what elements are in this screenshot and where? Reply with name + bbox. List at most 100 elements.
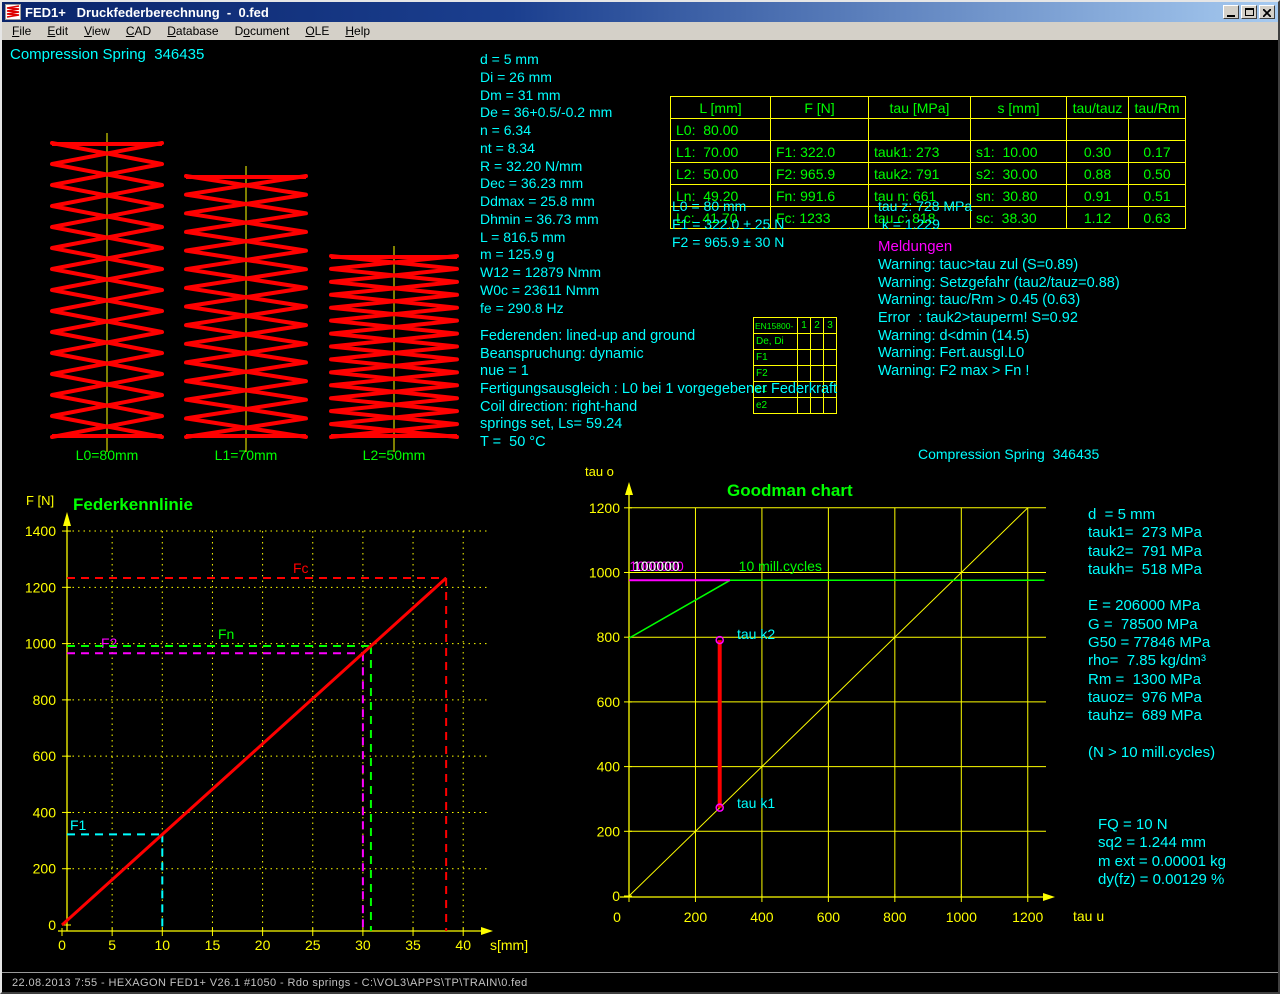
results-cell: F2: 965.9 — [771, 163, 869, 185]
menu-item-view[interactable]: View — [76, 23, 118, 39]
svg-text:0: 0 — [612, 888, 620, 904]
spring-length-label: L2=50mm — [344, 447, 444, 463]
svg-text:5: 5 — [108, 937, 116, 953]
text-line: W0c = 23611 Nmm — [480, 282, 612, 300]
svg-text:400: 400 — [33, 804, 57, 820]
svg-text:0: 0 — [613, 909, 621, 925]
results-row: L1: 70.00F1: 322.0tauk1: 273s1: 10.000.3… — [671, 141, 1186, 163]
svg-text:Federkennlinie: Federkennlinie — [73, 495, 193, 514]
text-line: tauhz= 689 MPa — [1088, 707, 1215, 725]
svg-text:1000: 1000 — [25, 636, 56, 652]
results-cell — [1129, 119, 1186, 141]
status-text: 22.08.2013 7:55 - HEXAGON FED1+ V26.1 #1… — [12, 977, 528, 989]
results-cell — [971, 119, 1067, 141]
text-line: dy(fz) = 0.00129 % — [1098, 871, 1226, 889]
svg-text:Goodman chart: Goodman chart — [727, 481, 853, 500]
menu-item-file[interactable]: File — [4, 23, 39, 39]
results-cell: s1: 10.00 — [971, 141, 1067, 163]
maximize-icon — [1245, 8, 1254, 16]
results-col-header: tau/tauz — [1067, 97, 1129, 119]
tau-info: tau z: 728 MPa k = 1.229 — [878, 197, 972, 233]
text-line: m ext = 0.00001 kg — [1098, 853, 1226, 871]
text-line: F2 = 965.9 ± 30 N — [672, 233, 784, 251]
federkennlinie-chart: 0510152025303540020040060080010001200140… — [25, 493, 528, 953]
spring-length-label: L1=70mm — [196, 447, 296, 463]
text-line: Fertigungsausgleich : L0 bei 1 vorgegebe… — [480, 381, 837, 399]
text-line: Error : tauk2>tauperm! S=0.92 — [878, 310, 1120, 328]
text-line: tauk1= 273 MPa — [1088, 524, 1215, 542]
text-line: fe = 290.8 Hz — [480, 300, 612, 318]
text-line: taukh= 518 MPa — [1088, 561, 1215, 579]
svg-text:1000: 1000 — [589, 565, 620, 581]
results-cell: tauk2: 791 — [869, 163, 971, 185]
text-line: L = 816.5 mm — [480, 229, 612, 247]
menu-item-document[interactable]: Document — [227, 23, 298, 39]
results-cell: L1: 70.00 — [671, 141, 771, 163]
svg-text:1400: 1400 — [25, 523, 56, 539]
menu-item-edit[interactable]: Edit — [39, 23, 76, 39]
text-line: Coil direction: right-hand — [480, 399, 837, 417]
svg-text:30: 30 — [355, 937, 371, 953]
svg-text:10 mill.cycles: 10 mill.cycles — [739, 558, 822, 574]
results-col-header: tau/Rm — [1129, 97, 1186, 119]
results-cell: 0.17 — [1129, 141, 1186, 163]
text-line: tauk2= 791 MPa — [1088, 543, 1215, 561]
svg-text:Fn: Fn — [218, 626, 234, 642]
maximize-button[interactable] — [1241, 5, 1257, 19]
svg-text:tau k2: tau k2 — [737, 626, 775, 642]
text-line: k = 1.229 — [878, 215, 972, 233]
text-line: Dec = 36.23 mm — [480, 175, 612, 193]
svg-text:600: 600 — [597, 694, 621, 710]
results-cell: 0.63 — [1129, 207, 1186, 229]
menu-item-help[interactable]: Help — [337, 23, 378, 39]
text-line: L0 = 80 mm — [672, 197, 784, 215]
document-title: Compression Spring 346435 — [10, 46, 204, 63]
results-cell: tauk1: 273 — [869, 141, 971, 163]
text-line: d = 5 mm — [1088, 506, 1215, 524]
results-col-header: s [mm] — [971, 97, 1067, 119]
spring-length-label: L0=80mm — [57, 447, 157, 463]
window-title: FED1+ Druckfederberechnung - 0.fed — [25, 5, 1223, 20]
text-line: m = 125.9 g — [480, 246, 612, 264]
text-line: T = 50 °C — [480, 434, 837, 452]
results-cell — [1067, 119, 1129, 141]
text-line — [1088, 726, 1215, 744]
svg-text:F [N]: F [N] — [26, 493, 54, 508]
svg-text:1000: 1000 — [946, 909, 977, 925]
svg-text:s[mm]: s[mm] — [490, 937, 528, 953]
svg-text:1200: 1200 — [1012, 909, 1043, 925]
spring-drawings — [52, 133, 457, 452]
svg-text:600: 600 — [817, 909, 841, 925]
results-cell: s2: 30.00 — [971, 163, 1067, 185]
text-line: Warning: d<dmin (14.5) — [878, 328, 1120, 346]
svg-text:35: 35 — [405, 937, 421, 953]
text-line: FQ = 10 N — [1098, 816, 1226, 834]
series-goodman-limit-10-mill-cycles — [629, 580, 1044, 638]
fq-data: FQ = 10 Nsq2 = 1.244 mmm ext = 0.00001 k… — [1098, 816, 1226, 889]
results-cell: Fn: 991.6 — [771, 185, 869, 207]
svg-text:200: 200 — [33, 861, 57, 877]
text-line: Di = 26 mm — [480, 69, 612, 87]
svg-text:F2: F2 — [101, 635, 118, 651]
status-bar: 22.08.2013 7:55 - HEXAGON FED1+ V26.1 #1… — [2, 972, 1278, 992]
menu-item-cad[interactable]: CAD — [118, 23, 159, 39]
text-line: nt = 8.34 — [480, 140, 612, 158]
window-controls — [1223, 5, 1275, 19]
results-cell: sn: 30.80 — [971, 185, 1067, 207]
title-bar: FED1+ Druckfederberechnung - 0.fed — [2, 2, 1278, 22]
svg-text:tau k1: tau k1 — [737, 795, 775, 811]
menu-item-database[interactable]: Database — [159, 23, 226, 39]
svg-text:tau o: tau o — [585, 464, 614, 479]
minimize-button[interactable] — [1223, 5, 1239, 19]
results-cell: 0.91 — [1067, 185, 1129, 207]
text-line: tauoz= 976 MPa — [1088, 689, 1215, 707]
results-cell: L0: 80.00 — [671, 119, 771, 141]
results-cell: sc: 38.30 — [971, 207, 1067, 229]
text-line: n = 6.34 — [480, 122, 612, 140]
svg-text:Fc: Fc — [293, 560, 309, 576]
svg-text:200: 200 — [684, 909, 708, 925]
text-line: (N > 10 mill.cycles) — [1088, 744, 1215, 762]
text-line: G = 78500 MPa — [1088, 616, 1215, 634]
close-button[interactable] — [1259, 5, 1275, 19]
menu-item-ole[interactable]: OLE — [297, 23, 337, 39]
